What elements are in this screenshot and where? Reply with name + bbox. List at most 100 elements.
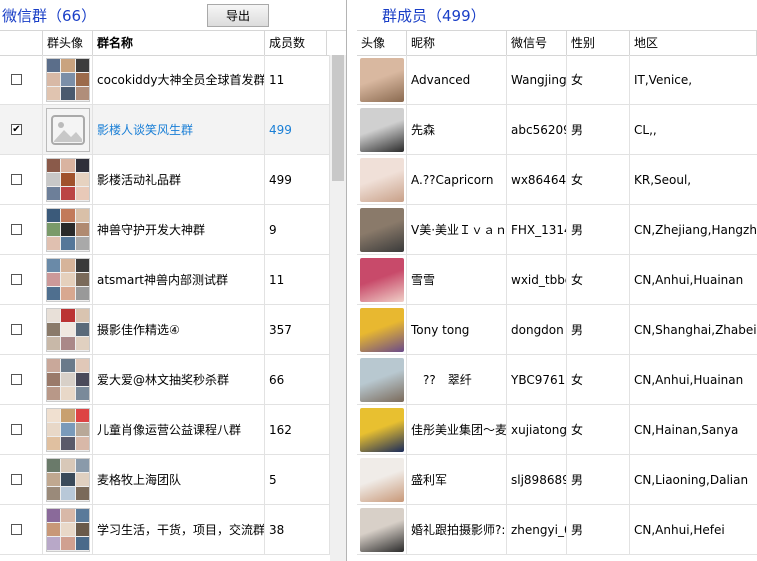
- member-nickname: Tony tong: [407, 305, 507, 354]
- group-row[interactable]: 神兽守护开发大神群 9: [0, 205, 330, 255]
- member-avatar-cell: [357, 305, 407, 354]
- group-avatar-cell: [43, 505, 93, 554]
- member-gender-header[interactable]: 性别: [567, 31, 630, 55]
- groups-scrollbar[interactable]: [330, 55, 346, 561]
- member-count: 499: [265, 105, 330, 154]
- group-avatar-cell: [43, 55, 93, 104]
- group-checkbox[interactable]: [11, 174, 22, 185]
- member-wxid: FHX_1314: [507, 205, 567, 254]
- member-wxid: Wangjing: [507, 55, 567, 104]
- member-region: KR,Seoul,: [634, 172, 692, 187]
- member-count-header[interactable]: 成员数: [265, 31, 327, 55]
- group-avatar-cell: [43, 305, 93, 354]
- member-avatar-cell: [357, 105, 407, 154]
- group-checkbox[interactable]: [11, 224, 22, 235]
- member-nickname-header[interactable]: 昵称: [407, 31, 507, 55]
- member-count: 5: [265, 455, 330, 504]
- group-avatar-cell: [43, 405, 93, 454]
- group-avatar-mosaic: [46, 357, 90, 402]
- group-checkbox[interactable]: [11, 274, 22, 285]
- member-wxid: xujiatong: [507, 405, 567, 454]
- member-avatar: [360, 257, 404, 302]
- member-avatar-cell: [357, 355, 407, 404]
- member-avatar-cell: [357, 155, 407, 204]
- group-row[interactable]: 摄影佳作精选④ 357: [0, 305, 330, 355]
- group-avatar-cell: [43, 255, 93, 304]
- group-row[interactable]: cocokiddy大神全员全球首发群 11: [0, 55, 330, 105]
- member-row[interactable]: Tony tong dongdon 男 CN,Shanghai,Zhabei: [357, 305, 757, 355]
- member-region: IT,Venice,: [634, 72, 693, 87]
- member-region: CN,Zhejiang,Hangzhou: [634, 222, 757, 237]
- member-gender: 女: [567, 405, 630, 454]
- member-wxid: wx864643: [507, 155, 567, 204]
- group-row[interactable]: 儿童肖像运营公益课程八群 162: [0, 405, 330, 455]
- member-count: 357: [265, 305, 330, 354]
- members-title: 群成员（499）: [382, 7, 486, 25]
- group-avatar-mosaic: [46, 207, 90, 252]
- group-row[interactable]: 影楼活动礼品群 499: [0, 155, 330, 205]
- member-region: CN,Anhui,Huainan: [634, 372, 744, 387]
- group-checkbox[interactable]: [11, 424, 22, 435]
- group-checkbox[interactable]: [11, 374, 22, 385]
- group-row[interactable]: 麦格牧上海团队 5: [0, 455, 330, 505]
- groups-scrollbar-thumb[interactable]: [332, 55, 344, 181]
- member-row[interactable]: 雪雪 wxid_tbbg 女 CN,Anhui,Huainan: [357, 255, 757, 305]
- members-table-body: Advanced Wangjing 女 IT,Venice, 先森 abc56209 男 CL…: [357, 55, 757, 561]
- member-nickname: 先森: [407, 105, 507, 154]
- group-avatar-cell: [43, 205, 93, 254]
- member-region: CN,Anhui,Huainan: [634, 272, 744, 287]
- checkbox-cell: [0, 505, 43, 554]
- group-checkbox[interactable]: [11, 524, 22, 535]
- member-wxid: dongdon: [507, 305, 567, 354]
- member-row[interactable]: 婚礼跟拍摄影师?: zhengyi_0 男 CN,Anhui,Hefei: [357, 505, 757, 555]
- member-row[interactable]: A.??Capricornwx864643女 KR,Seoul,: [357, 155, 757, 205]
- group-checkbox[interactable]: [11, 474, 22, 485]
- group-row[interactable]: atsmart神兽内部测试群 11: [0, 255, 330, 305]
- member-wxid: wxid_tbbg: [507, 255, 567, 304]
- group-checkbox[interactable]: ✔: [11, 124, 22, 135]
- group-avatar-mosaic: [46, 257, 90, 302]
- checkbox-cell: [0, 55, 43, 104]
- group-name-header[interactable]: 群名称: [93, 31, 265, 55]
- groups-table-body: cocokiddy大神全员全球首发群 11 ✔ 影楼人谈笑风生群 499 影楼活动礼品群 4…: [0, 55, 330, 561]
- group-avatar-header[interactable]: 群头像: [43, 31, 93, 55]
- group-row[interactable]: 学习生活，干货，项目，交流群 38: [0, 505, 330, 555]
- pane-divider[interactable]: [346, 0, 347, 561]
- checkbox-cell: [0, 455, 43, 504]
- member-wxid-header[interactable]: 微信号: [507, 31, 567, 55]
- member-nickname: 雪雪: [407, 255, 507, 304]
- member-row[interactable]: Advanced Wangjing 女 IT,Venice,: [357, 55, 757, 105]
- group-name: 影楼人谈笑风生群: [93, 105, 265, 154]
- member-region: CN,Anhui,Hefei: [634, 522, 725, 537]
- member-region: CN,Shanghai,Zhabei: [634, 322, 757, 337]
- member-gender: 女: [567, 355, 630, 404]
- member-row[interactable]: 先森 abc56209 男 CL,,: [357, 105, 757, 155]
- group-name: cocokiddy大神全员全球首发群: [93, 55, 265, 104]
- group-row[interactable]: ✔ 影楼人谈笑风生群 499: [0, 105, 330, 155]
- group-name: 影楼活动礼品群: [93, 155, 265, 204]
- member-row[interactable]: V美·美业ＩｖａｎFHX_1314男 CN,Zhejiang,Hangzhou: [357, 205, 757, 255]
- member-row[interactable]: 盛利军 slj898689 男 CN,Liaoning,Dalian: [357, 455, 757, 505]
- checkbox-cell: [0, 255, 43, 304]
- member-avatar: [360, 307, 404, 352]
- member-avatar: [360, 357, 404, 402]
- member-count: 9: [265, 205, 330, 254]
- member-nickname: ?? 翠纤: [407, 355, 507, 404]
- member-wxid: zhengyi_0: [507, 505, 567, 554]
- group-checkbox[interactable]: [11, 324, 22, 335]
- member-avatar-header[interactable]: 头像: [357, 31, 407, 55]
- checkbox-cell: ✔: [0, 105, 43, 154]
- member-nickname: A.??Capricorn: [407, 155, 507, 204]
- member-region-header[interactable]: 地区: [630, 31, 757, 55]
- member-row[interactable]: 佳彤美业集团～麦 xujiatong 女 CN,Hainan,Sanya: [357, 405, 757, 455]
- group-row[interactable]: 爱大爱@林文抽奖秒杀群 66: [0, 355, 330, 405]
- member-avatar: [360, 157, 404, 202]
- export-button[interactable]: 导出: [207, 4, 269, 27]
- member-avatar: [360, 57, 404, 102]
- group-name: 麦格牧上海团队: [93, 455, 265, 504]
- member-count: 11: [265, 55, 330, 104]
- group-checkbox[interactable]: [11, 74, 22, 85]
- member-row[interactable]: ?? 翠纤 YBC97611 女 CN,Anhui,Huainan: [357, 355, 757, 405]
- checkbox-cell: [0, 405, 43, 454]
- group-avatar-cell: [43, 455, 93, 504]
